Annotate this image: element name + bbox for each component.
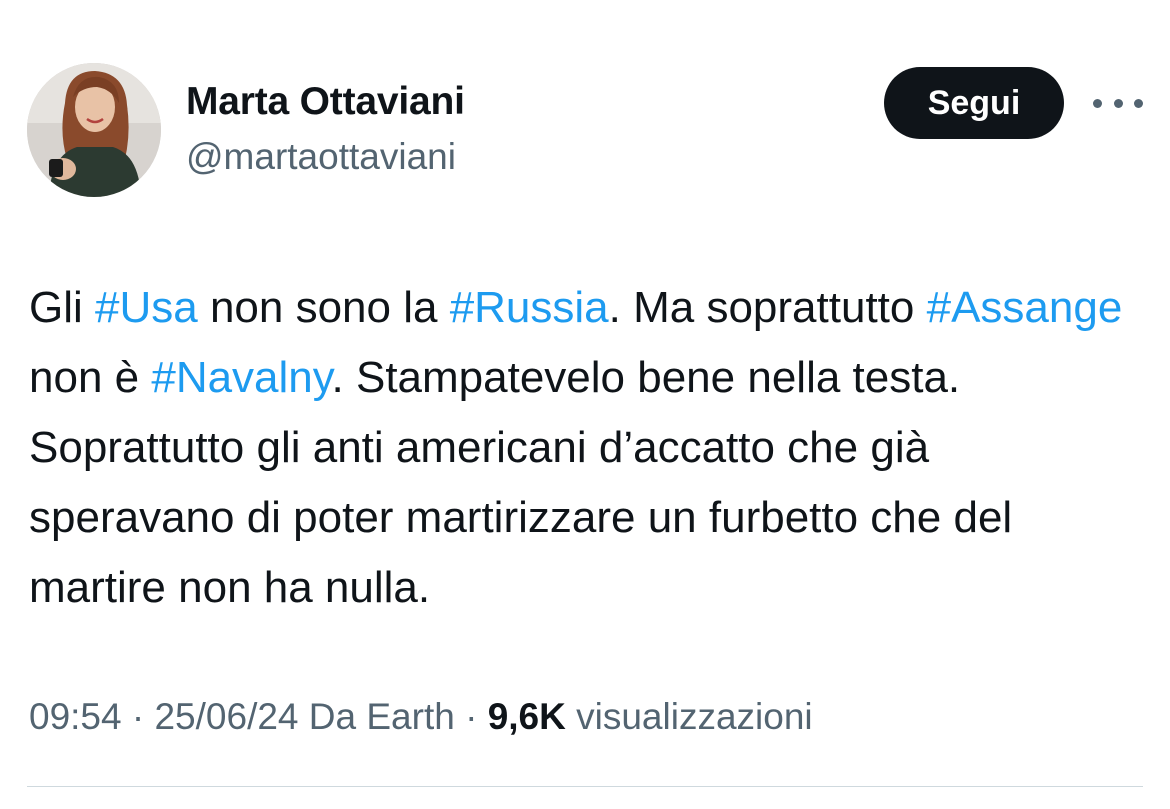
avatar-photo: [27, 63, 161, 197]
tweet-card: Marta Ottaviani @martaottaviani Segui Gl…: [0, 0, 1170, 809]
more-icon[interactable]: [1093, 88, 1143, 118]
tweet-date[interactable]: 25/06/24: [154, 696, 298, 737]
more-dot: [1093, 98, 1102, 108]
hashtag-link[interactable]: #Usa: [95, 283, 198, 332]
hashtag-link[interactable]: #Navalny: [151, 353, 331, 402]
hashtag-link[interactable]: #Assange: [927, 283, 1123, 332]
tweet-source: Da Earth: [298, 696, 455, 737]
more-dot: [1134, 98, 1143, 108]
text-segment: Gli: [29, 283, 95, 332]
text-segment: non sono la: [197, 283, 450, 332]
author-display-name[interactable]: Marta Ottaviani: [186, 80, 465, 124]
meta-separator: ·: [454, 696, 488, 737]
avatar[interactable]: [27, 63, 161, 197]
text-segment: non è: [29, 353, 152, 402]
hashtag-link[interactable]: #Russia: [450, 283, 609, 332]
views-count[interactable]: 9,6K: [488, 696, 566, 737]
meta-separator: ·: [121, 696, 155, 737]
divider: [27, 786, 1143, 787]
follow-button[interactable]: Segui: [884, 67, 1064, 139]
author-handle[interactable]: @martaottaviani: [186, 136, 456, 178]
text-segment: . Ma soprattutto: [608, 283, 927, 332]
more-dot: [1113, 98, 1123, 108]
views-label: visualizzazioni: [565, 696, 813, 737]
tweet-time[interactable]: 09:54: [29, 696, 122, 737]
tweet-text: Gli #Usa non sono la #Russia. Ma sopratt…: [29, 273, 1144, 623]
tweet-meta: 09:54 · 25/06/24 Da Earth · 9,6K visuali…: [29, 696, 813, 738]
